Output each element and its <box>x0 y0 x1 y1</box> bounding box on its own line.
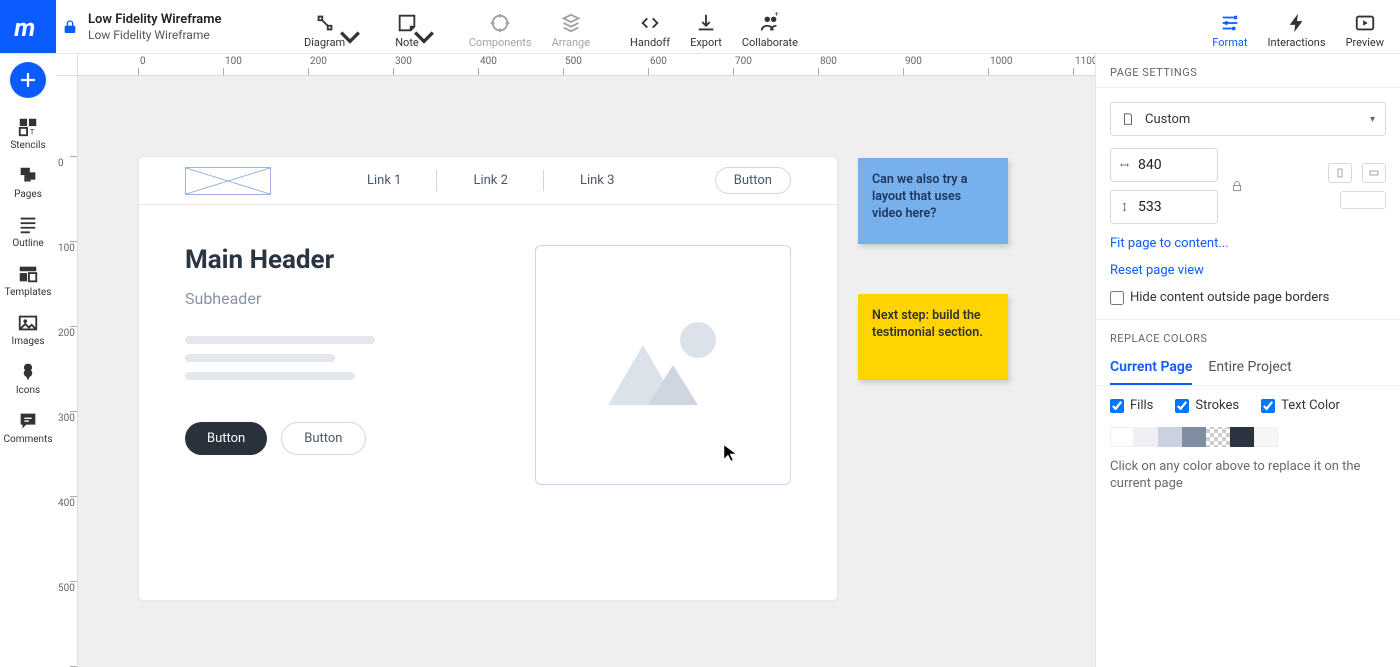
svg-text:+: + <box>775 12 779 19</box>
handoff-tool[interactable]: Handoff <box>620 10 680 53</box>
replace-colors-tabs: Current Page Entire Project <box>1096 353 1400 386</box>
width-input[interactable] <box>1110 148 1218 182</box>
swatch-4[interactable] <box>1182 427 1206 447</box>
diagram-tool[interactable]: Diagram <box>294 10 355 53</box>
swatch-6[interactable] <box>1254 427 1278 447</box>
wireframe-main-header[interactable]: Main Header <box>185 245 495 275</box>
note-tool[interactable]: Note <box>385 10 429 53</box>
swatch-1[interactable] <box>1110 427 1134 447</box>
sticky-note-yellow[interactable]: Next step: build the testimonial section… <box>858 294 1008 380</box>
sidebar-item-templates[interactable]: Templates <box>0 257 56 304</box>
top-toolbar: m Low Fidelity Wireframe Low Fidelity Wi… <box>0 0 1400 54</box>
swatch-2[interactable] <box>1134 427 1158 447</box>
export-tool[interactable]: Export <box>680 10 732 53</box>
inspector-panel: PAGE SETTINGS Custom ▾ <box>1095 54 1400 667</box>
collaborate-tool[interactable]: + Collaborate <box>732 10 808 53</box>
caret-down-icon: ▾ <box>1370 114 1375 125</box>
svg-text:T: T <box>30 127 35 136</box>
components-tool: Components <box>459 10 542 53</box>
aspect-lock-icon[interactable] <box>1228 179 1246 193</box>
textcolor-checkbox[interactable]: Text Color <box>1261 398 1340 413</box>
ruler-vertical[interactable]: 0 100 200 300 400 500 600 <box>56 76 78 667</box>
fit-page-link[interactable]: Fit page to content... <box>1110 236 1386 251</box>
canvas-area[interactable]: 0 100 200 300 400 500 600 700 800 900 10… <box>56 54 1095 667</box>
swatch-transparent[interactable] <box>1206 427 1230 447</box>
page-icon <box>1121 112 1135 126</box>
fills-checkbox[interactable]: Fills <box>1110 398 1153 413</box>
orientation-portrait[interactable] <box>1328 163 1352 183</box>
swatch-5[interactable] <box>1230 427 1254 447</box>
document-title-block[interactable]: Low Fidelity Wireframe Low Fidelity Wire… <box>84 0 264 53</box>
swatch-hint: Click on any color above to replace it o… <box>1096 455 1400 505</box>
sidebar-item-stencils[interactable]: T Stencils <box>0 110 56 157</box>
wireframe-links: Link 1 Link 2 Link 3 <box>331 173 650 188</box>
wireframe-secondary-button[interactable]: Button <box>281 422 365 455</box>
height-field[interactable] <box>1138 199 1209 215</box>
page-settings-title: PAGE SETTINGS <box>1096 54 1400 88</box>
wireframe-link-2[interactable]: Link 2 <box>437 173 543 188</box>
width-field[interactable] <box>1138 157 1209 173</box>
wireframe-logo-placeholder[interactable] <box>185 167 271 195</box>
lock-icon[interactable] <box>56 0 84 53</box>
height-input[interactable] <box>1110 190 1218 224</box>
orientation-landscape[interactable] <box>1362 163 1386 183</box>
format-tool[interactable]: Format <box>1202 10 1257 53</box>
width-icon <box>1119 158 1130 172</box>
wireframe-link-1[interactable]: Link 1 <box>331 173 437 188</box>
sidebar-item-images[interactable]: Images <box>0 306 56 353</box>
main-tools: Diagram Note Components Arrange Handoff … <box>264 0 808 53</box>
sticky-note-blue[interactable]: Can we also try a layout that uses video… <box>858 158 1008 244</box>
sidebar-item-pages[interactable]: Pages <box>0 159 56 206</box>
color-swatches <box>1096 423 1400 455</box>
sidebar-item-icons[interactable]: Icons <box>0 355 56 402</box>
left-sidebar: T Stencils Pages Outline Templates Image… <box>0 54 56 667</box>
add-button[interactable] <box>10 62 46 98</box>
interactions-tool[interactable]: Interactions <box>1258 10 1336 53</box>
hide-content-checkbox[interactable]: Hide content outside page borders <box>1110 290 1386 305</box>
wireframe-nav-button[interactable]: Button <box>715 167 791 194</box>
app-logo[interactable]: m <box>0 0 56 53</box>
background-color-swatch[interactable] <box>1340 191 1386 209</box>
tab-current-page[interactable]: Current Page <box>1110 353 1192 385</box>
height-icon <box>1119 200 1130 214</box>
cursor-icon <box>723 444 737 466</box>
wireframe-image-placeholder[interactable] <box>535 245 791 485</box>
wireframe-text-placeholder[interactable] <box>185 336 495 380</box>
svg-text:m: m <box>14 13 35 41</box>
page-title: Low Fidelity Wireframe <box>88 28 244 42</box>
top-right-tools: Format Interactions Preview <box>1202 0 1400 53</box>
caret-down-icon[interactable] <box>339 26 361 52</box>
strokes-checkbox[interactable]: Strokes <box>1175 398 1239 413</box>
page-size-select[interactable]: Custom ▾ <box>1110 102 1386 136</box>
replace-colors-title: REPLACE COLORS <box>1096 320 1400 353</box>
project-title: Low Fidelity Wireframe <box>88 12 244 27</box>
ruler-corner <box>56 54 78 76</box>
ruler-horizontal[interactable]: 0 100 200 300 400 500 600 700 800 900 10… <box>78 54 1095 76</box>
sidebar-item-comments[interactable]: Comments <box>0 404 56 451</box>
tab-entire-project[interactable]: Entire Project <box>1208 353 1291 385</box>
sidebar-item-outline[interactable]: Outline <box>0 208 56 255</box>
wireframe-link-3[interactable]: Link 3 <box>544 173 650 188</box>
wireframe-nav: Link 1 Link 2 Link 3 Button <box>139 157 837 205</box>
reset-view-link[interactable]: Reset page view <box>1110 263 1386 278</box>
wireframe-page[interactable]: Link 1 Link 2 Link 3 Button Main Header … <box>138 156 838 601</box>
swatch-3[interactable] <box>1158 427 1182 447</box>
arrange-tool: Arrange <box>542 10 600 53</box>
wireframe-subheader[interactable]: Subheader <box>185 289 495 308</box>
preview-tool[interactable]: Preview <box>1336 10 1394 53</box>
wireframe-primary-button[interactable]: Button <box>185 422 267 455</box>
caret-down-icon[interactable] <box>413 26 435 52</box>
